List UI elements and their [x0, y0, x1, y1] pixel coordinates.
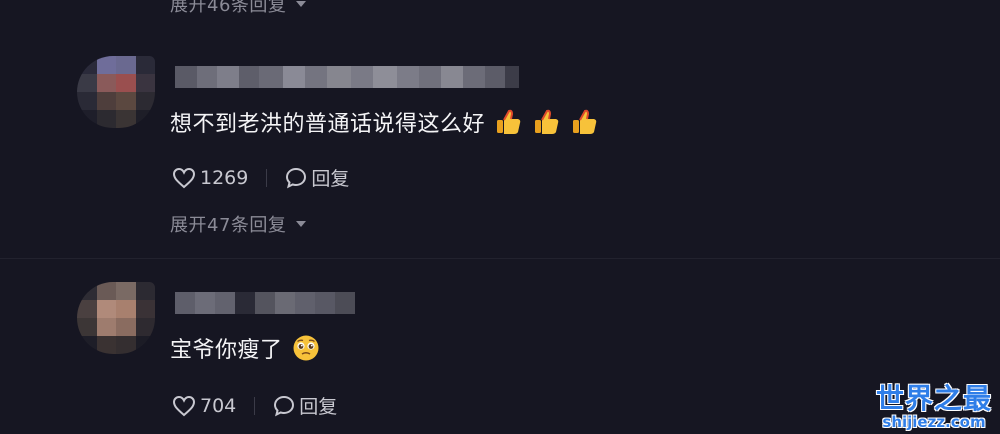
avatar[interactable] — [77, 56, 155, 128]
expand-replies-label: 展开46条回复 — [170, 0, 287, 16]
reply-label: 回复 — [299, 396, 338, 418]
watermark-logo: 世界之最 shijiezz.com — [875, 382, 992, 431]
divider — [266, 168, 268, 187]
username-blurred[interactable] — [175, 292, 355, 314]
heart-icon — [172, 395, 196, 416]
avatar[interactable] — [77, 282, 155, 354]
comment-bubble-icon — [286, 167, 307, 188]
previous-expand-replies[interactable]: 展开46条回复 — [170, 0, 307, 17]
comment-actions: 1269 回复 — [172, 164, 349, 191]
comment-body: 想不到老洪的普通话说得这么好 — [170, 112, 486, 137]
like-button[interactable]: 1269 — [172, 167, 248, 189]
comment-bubble-icon — [274, 395, 295, 416]
chevron-down-icon — [296, 1, 307, 7]
like-count: 1269 — [200, 166, 249, 189]
username-blurred[interactable] — [175, 66, 519, 88]
expand-replies-label: 展开47条回复 — [170, 215, 287, 236]
comment-text: 想不到老洪的普通话说得这么好 — [170, 106, 599, 138]
like-button[interactable]: 704 — [172, 395, 236, 417]
comment-body: 宝爷你瘦了 — [170, 338, 283, 363]
comment-actions: 704 回复 — [172, 392, 337, 419]
reply-button[interactable]: 回复 — [273, 392, 337, 419]
heart-icon — [172, 167, 196, 188]
thumbs-up-icon — [535, 109, 559, 134]
pleading-face-icon — [293, 335, 319, 361]
comment-separator — [0, 258, 1000, 259]
reply-label: 回复 — [311, 168, 350, 190]
reply-button[interactable]: 回复 — [285, 164, 349, 191]
thumbs-up-icon — [497, 109, 521, 134]
comment-text: 宝爷你瘦了 — [170, 332, 321, 364]
chevron-down-icon — [296, 221, 307, 227]
expand-replies[interactable]: 展开47条回复 — [170, 211, 307, 237]
like-count: 704 — [200, 394, 237, 417]
divider — [254, 396, 256, 415]
watermark-url: shijiezz.com — [882, 413, 986, 431]
watermark-title: 世界之最 — [875, 382, 992, 415]
thumbs-up-icon — [573, 109, 597, 134]
